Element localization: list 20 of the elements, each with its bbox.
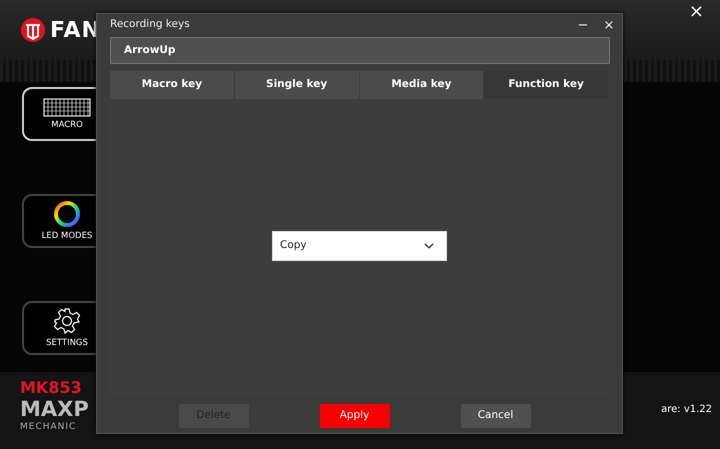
minimize-button[interactable]: −	[570, 14, 596, 36]
product-subtitle: MECHANIC	[20, 423, 76, 433]
tab[interactable]: Function key	[484, 70, 608, 98]
model-name: MK853	[20, 380, 82, 396]
color-ring-icon	[53, 200, 81, 228]
tab[interactable]: Media key	[360, 70, 484, 98]
close-button[interactable]: ×	[596, 14, 622, 36]
dialog-button[interactable]: Cancel	[460, 404, 530, 428]
function-dropdown[interactable]: Copy	[272, 231, 447, 261]
brand-name: MAXP	[20, 399, 89, 420]
close-button[interactable]: ×	[682, 2, 710, 22]
logo-icon	[20, 17, 46, 43]
settings-icon	[53, 306, 81, 335]
apply-button[interactable]: Apply	[320, 404, 390, 428]
tab[interactable]: Single key	[234, 70, 358, 98]
keyboard-icon	[43, 96, 91, 117]
firmware-version: are: v1.22	[661, 403, 712, 417]
tab[interactable]: Macro key	[110, 70, 234, 98]
key-field[interactable]: ArrowUp	[110, 36, 610, 64]
window-title: Recording keys	[110, 17, 190, 32]
